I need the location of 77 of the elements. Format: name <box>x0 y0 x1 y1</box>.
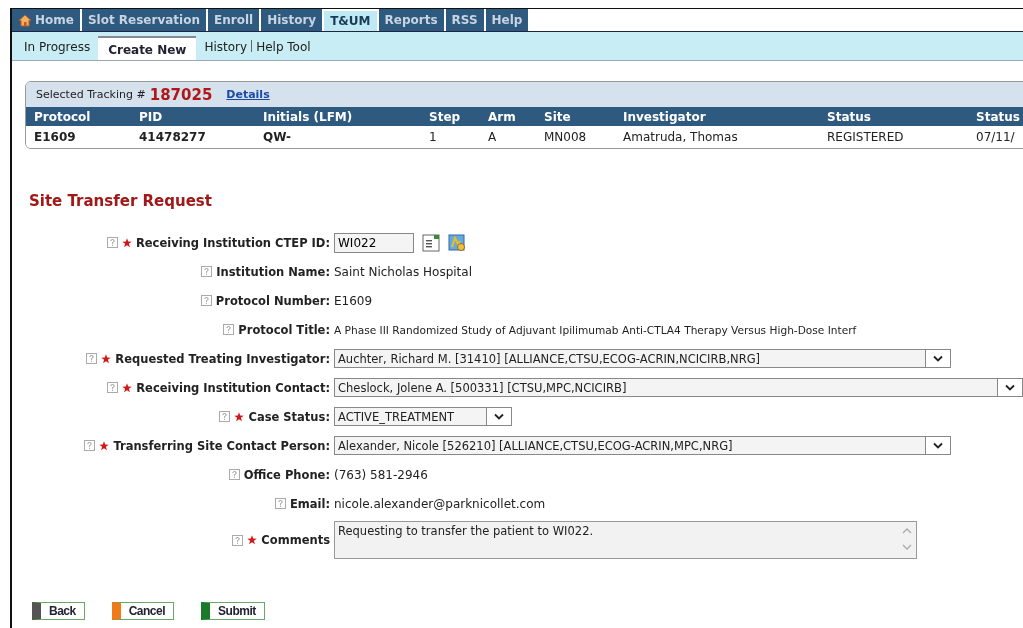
nav-tab[interactable]: Enroll <box>208 9 260 31</box>
field-label: Email: <box>289 496 330 511</box>
field-label: Protocol Title: <box>238 322 330 337</box>
field-label: Requested Treating Investigator: <box>115 351 330 366</box>
form-title: Site Transfer Request <box>29 192 213 210</box>
table-cell-text: REGISTERED <box>827 130 905 144</box>
sub-tab[interactable]: Create New <box>98 36 197 60</box>
action-button[interactable]: Submit <box>201 602 265 620</box>
table-cell-text: A <box>488 130 498 144</box>
sub-tab[interactable]: History <box>200 36 252 60</box>
help-icon[interactable] <box>228 469 240 480</box>
caret-icon <box>925 437 950 454</box>
help-icon[interactable] <box>106 237 118 248</box>
help-icon[interactable] <box>200 295 212 306</box>
column-header: Status <box>827 109 872 124</box>
column-header: Site <box>544 109 572 124</box>
caret-icon <box>486 408 511 425</box>
table-cell-text: E1609 <box>34 130 77 144</box>
field-label: Receiving Institution Contact: <box>136 380 330 395</box>
field-value: E1609 <box>334 293 373 308</box>
help-icon[interactable] <box>107 382 119 393</box>
action-button[interactable]: Cancel <box>111 602 175 620</box>
nav-tab[interactable]: RSS <box>445 9 484 31</box>
tracking-label: Selected Tracking # <box>36 88 146 101</box>
field-label: Comments <box>261 533 330 547</box>
column-header: PID <box>139 109 164 124</box>
field-label: Case Status: <box>248 409 330 424</box>
field-label: Transferring Site Contact Person: <box>113 438 330 453</box>
dropdown[interactable]: ACTIVE_TREATMENT <box>334 407 512 426</box>
nav-tab[interactable]: Help <box>485 9 529 31</box>
column-header: Investigator <box>623 109 707 124</box>
nav-tab[interactable]: Slot Reservation <box>81 9 206 31</box>
help-icon[interactable] <box>223 324 235 335</box>
column-header: Protocol <box>34 109 92 124</box>
table-cell-text: 1 <box>429 130 438 144</box>
document-icon[interactable] <box>422 233 440 252</box>
caret-icon <box>997 379 1022 396</box>
field-label: Receiving Institution CTEP ID: <box>135 235 330 250</box>
help-icon[interactable] <box>201 266 213 277</box>
table-cell-text: 07/11/ <box>976 130 1016 144</box>
field-value: (763) 581-2946 <box>334 467 428 482</box>
comments-field[interactable]: Requesting to transfer the patient to WI022. <box>334 521 917 559</box>
column-header: Status <box>976 109 1021 124</box>
column-header: Arm <box>488 109 517 124</box>
help-icon[interactable] <box>219 411 231 422</box>
field-label: Office Phone: <box>243 467 330 482</box>
field-value: Saint Nicholas Hospital <box>334 264 472 279</box>
column-header: Initials (LFM) <box>263 109 354 124</box>
column-header: Step <box>429 109 462 124</box>
field-label: Protocol Number: <box>215 293 330 308</box>
table-cell-text: Amatruda, Thomas <box>623 130 739 144</box>
table-cell-text: QW- <box>263 130 292 144</box>
table-cell-text: 41478277 <box>139 130 207 144</box>
house-icon <box>18 13 32 27</box>
nav-tab[interactable]: T&UM <box>324 11 377 31</box>
action-button[interactable]: Back <box>32 602 85 620</box>
help-icon[interactable] <box>84 440 96 451</box>
sub-tab[interactable]: In Progress <box>20 36 95 60</box>
ctep-id-field[interactable]: WI022 <box>334 232 414 253</box>
nav-tab[interactable]: Home <box>12 9 80 31</box>
sub-tab[interactable]: Help Tool <box>252 36 315 60</box>
dropdown[interactable]: Cheslock, Jolene A. [500331] [CTSU,MPC,NCICIRB] <box>334 378 1023 397</box>
dropdown[interactable]: Auchter, Richard M. [31410] [ALLIANCE,CTSU,ECOG-ACRIN,NCICIRB,NRG] <box>334 349 951 368</box>
lookup-icon[interactable] <box>448 233 466 252</box>
field-value: A Phase III Randomized Study of Adjuvant Ipilimumab Anti-CTLA4 Therapy Versus High-Dose Interf <box>334 323 857 336</box>
caret-icon <box>925 350 950 367</box>
dropdown[interactable]: Alexander, Nicole [526210] [ALLIANCE,CTSU,ECOG-ACRIN,MPC,NRG] <box>334 436 951 455</box>
nav-tab[interactable]: Reports <box>378 9 444 31</box>
help-icon[interactable] <box>274 498 286 509</box>
table-cell-text: MN008 <box>544 130 588 144</box>
field-label: Institution Name: <box>216 264 330 279</box>
details-link[interactable]: Details <box>226 88 270 101</box>
field-value: nicole.alexander@parknicollet.com <box>334 496 546 511</box>
nav-tab[interactable]: History <box>261 9 323 31</box>
help-icon[interactable] <box>232 534 244 546</box>
help-icon[interactable] <box>86 353 98 364</box>
tracking-number: 187025 <box>149 85 213 104</box>
